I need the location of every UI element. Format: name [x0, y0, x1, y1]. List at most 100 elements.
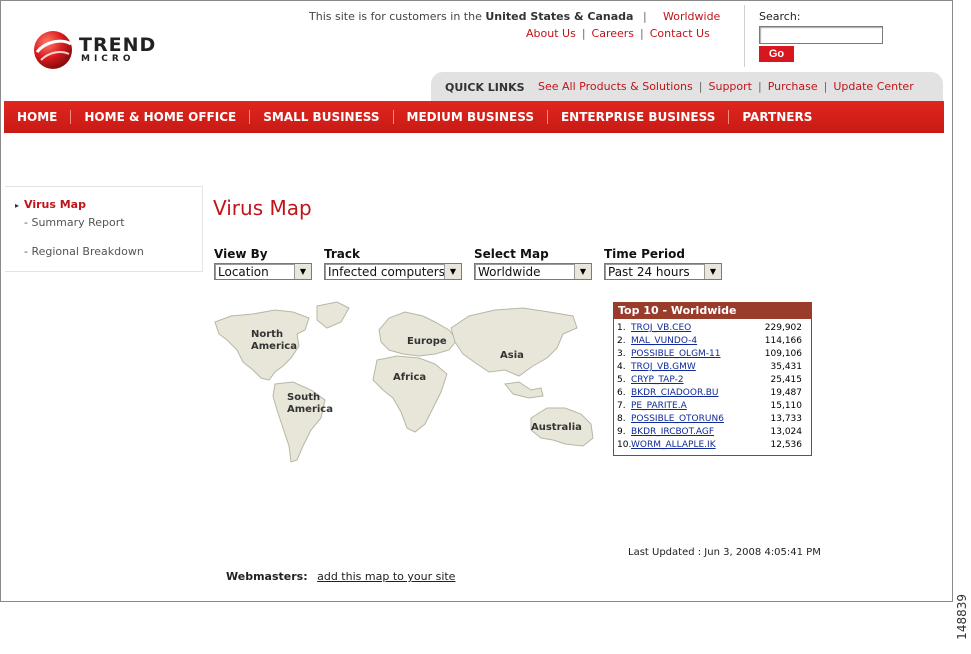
threat-count: 12,536 [770, 440, 803, 450]
last-updated: Last Updated : Jun 3, 2008 4:05:41 PM [628, 547, 821, 558]
threat-count: 35,431 [770, 362, 803, 372]
europe-shape[interactable] [378, 311, 458, 357]
threat-link[interactable]: PE_PARITE.A [631, 400, 687, 413]
region-text: This site is for customers in the [309, 10, 482, 23]
rank: 10. [617, 440, 632, 450]
list-item: 8. POSSIBLE_OTORUN6 13,733 [614, 413, 811, 426]
threat-link[interactable]: TROJ_VB.GMW [631, 361, 696, 374]
worldwide-link[interactable]: Worldwide [663, 10, 720, 23]
rank: 9. [617, 427, 626, 437]
nav-enterprise-business[interactable]: ENTERPRISE BUSINESS [548, 110, 730, 124]
threat-link[interactable]: BKDR_CIADOOR.BU [631, 387, 719, 400]
list-item: 10. WORM_ALLAPLE.IK 12,536 [614, 439, 811, 452]
quick-link-all-products[interactable]: See All Products & Solutions [538, 80, 693, 93]
greenland-shape[interactable] [316, 301, 350, 329]
time-period-value: Past 24 hours [608, 265, 690, 279]
page-title: Virus Map [213, 196, 312, 220]
separator: | [642, 10, 647, 23]
world-map[interactable]: North America South America Europe Afric… [213, 300, 605, 465]
about-us-link[interactable]: About Us [526, 27, 576, 40]
time-period-select[interactable]: Past 24 hours ▼ [604, 263, 722, 280]
top10-list: 1. TROJ_VB.CEO 229,902 2. MAL_VUNDO-4 114,16… [614, 319, 811, 452]
rank: 1. [617, 323, 626, 333]
header-divider [744, 5, 745, 67]
list-item: 3. POSSIBLE_OLGM-11 109,106 [614, 348, 811, 361]
rank: 2. [617, 336, 626, 346]
separator: | [698, 80, 703, 93]
asia-shape[interactable] [450, 307, 578, 377]
quick-link-support[interactable]: Support [708, 80, 751, 93]
menu-item-label: Regional Breakdown [31, 245, 144, 258]
threat-count: 25,415 [770, 375, 803, 385]
add-map-link[interactable]: add this map to your site [317, 570, 455, 583]
threat-count: 19,487 [770, 388, 803, 398]
rank: 5. [617, 375, 626, 385]
threat-link[interactable]: TROJ_VB.CEO [631, 322, 691, 335]
trend-ball-icon [34, 31, 72, 69]
threat-link[interactable]: CRYP_TAP-2 [631, 374, 684, 387]
threat-link[interactable]: POSSIBLE_OLGM-11 [631, 348, 721, 361]
chevron-down-icon[interactable]: ▼ [294, 264, 311, 279]
view-by-select[interactable]: Location ▼ [214, 263, 312, 280]
search-go-button[interactable]: Go [759, 46, 794, 62]
list-item: 7. PE_PARITE.A 15,110 [614, 400, 811, 413]
threat-count: 13,733 [770, 414, 803, 424]
threat-count: 229,902 [764, 323, 802, 333]
map-label-europe: Europe [407, 336, 447, 347]
trend-micro-logo[interactable]: TREND MICRO [33, 30, 156, 70]
search-input[interactable] [759, 26, 883, 44]
nav-partners[interactable]: PARTNERS [729, 110, 825, 124]
track-label: Track [324, 247, 360, 261]
separator: | [823, 80, 828, 93]
region-notice: This site is for customers in the United… [309, 10, 653, 23]
top10-title: Top 10 - Worldwide [614, 303, 811, 319]
chevron-down-icon[interactable]: ▼ [574, 264, 591, 279]
quick-link-update-center[interactable]: Update Center [833, 80, 913, 93]
nav-medium-business[interactable]: MEDIUM BUSINESS [394, 110, 548, 124]
threat-count: 114,166 [764, 336, 802, 346]
map-label-south-america: America [287, 404, 333, 415]
view-by-value: Location [218, 265, 269, 279]
top10-panel: Top 10 - Worldwide 1. TROJ_VB.CEO 229,902 … [613, 302, 812, 456]
main-nav: HOME HOME & HOME OFFICE SMALL BUSINESS M… [4, 101, 944, 133]
menu-item-summary-report[interactable]: - Summary Report [24, 216, 125, 229]
track-select[interactable]: Infected computers ▼ [324, 263, 462, 280]
figure-id: 148839 [955, 594, 969, 640]
menu-item-regional-breakdown[interactable]: - Regional Breakdown [24, 245, 144, 258]
search-label: Search: [759, 10, 801, 23]
threat-link[interactable]: BKDR_IRCBOT.AGF [631, 426, 714, 439]
track-value: Infected computers [328, 265, 445, 279]
quick-links-bar: QUICK LINKS See All Products & Solutions… [431, 72, 943, 101]
map-label-north-america: America [251, 341, 297, 352]
contact-us-link[interactable]: Contact Us [650, 27, 710, 40]
map-label-asia: Asia [500, 350, 524, 361]
threat-link[interactable]: MAL_VUNDO-4 [631, 335, 697, 348]
menu-item-virus-map[interactable]: ▸ Virus Map [15, 198, 86, 211]
header-links: About Us | Careers | Contact Us [526, 27, 710, 40]
select-map-group: Select Map Worldwide ▼ [474, 247, 592, 280]
menu-item-label: Summary Report [31, 216, 125, 229]
africa-shape[interactable] [372, 355, 448, 433]
careers-link[interactable]: Careers [592, 27, 635, 40]
logo-word-trend: TREND [79, 34, 157, 56]
arrow-right-icon: ▸ [15, 201, 20, 210]
nav-home-office[interactable]: HOME & HOME OFFICE [71, 110, 251, 124]
chevron-down-icon[interactable]: ▼ [444, 264, 461, 279]
separator: | [640, 27, 644, 40]
view-by-group: View By Location ▼ [214, 247, 312, 280]
select-map-select[interactable]: Worldwide ▼ [474, 263, 592, 280]
webmasters-label: Webmasters: [226, 570, 308, 583]
quick-link-purchase[interactable]: Purchase [768, 80, 818, 93]
nav-home[interactable]: HOME [4, 110, 72, 124]
islands-shape[interactable] [504, 381, 544, 399]
list-item: 2. MAL_VUNDO-4 114,166 [614, 335, 811, 348]
list-item: 6. BKDR_CIADOOR.BU 19,487 [614, 387, 811, 400]
threat-link[interactable]: WORM_ALLAPLE.IK [631, 439, 716, 452]
track-group: Track Infected computers ▼ [324, 247, 462, 280]
chevron-down-icon[interactable]: ▼ [704, 264, 721, 279]
map-label-australia: Australia [531, 422, 582, 433]
threat-link[interactable]: POSSIBLE_OTORUN6 [631, 413, 724, 426]
region-name: United States & Canada [485, 10, 634, 23]
view-by-label: View By [214, 247, 268, 261]
nav-small-business[interactable]: SMALL BUSINESS [250, 110, 394, 124]
